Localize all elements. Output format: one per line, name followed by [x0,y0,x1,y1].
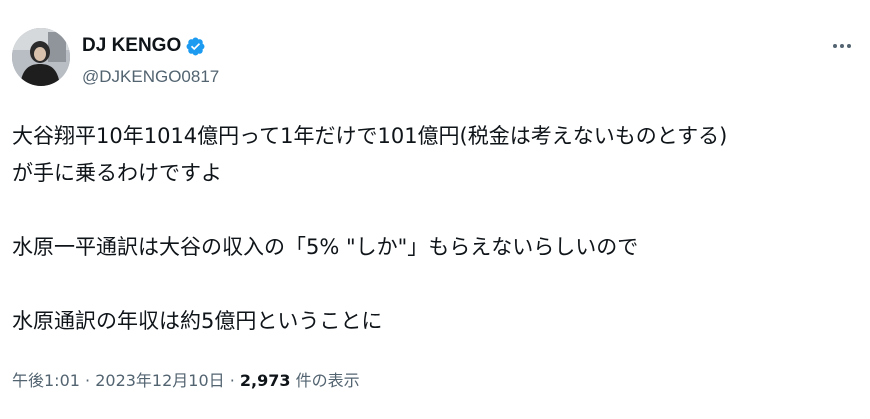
tweet-line-blank [12,266,860,303]
more-options-icon[interactable] [828,34,856,58]
tweet-line: 水原一平通訳は大谷の収入の「5% "しか"」もらえないらしいので [12,235,639,259]
user-handle[interactable]: @DJKENGO0817 [82,66,219,88]
tweet-date: 2023年12月10日 [95,371,225,390]
tweet-text: 大谷翔平10年1014億円って1年だけで101億円(税金は考えないものとする) … [12,118,860,340]
tweet-line-blank [12,192,860,229]
tweet-line: 水原通訳の年収は約5億円ということに [12,309,383,333]
tweet-time[interactable]: 午後1:01 · 2023年12月10日 [12,371,225,390]
tweet-line: 大谷翔平10年1014億円って1年だけで101億円(税金は考えないものとする) [12,124,728,148]
display-name[interactable]: DJ KENGO [82,34,206,58]
meta-separator: · [224,371,240,390]
avatar[interactable] [12,28,70,86]
meta-separator: · [79,371,96,390]
display-name-text: DJ KENGO [82,35,182,56]
tweet: DJ KENGO @DJKENGO0817 大谷翔平10年1014億円って1年だ… [0,0,870,419]
views-label: 件の表示 [290,371,360,390]
tweet-line: が手に乗るわけですよ [12,161,222,185]
views-count: 2,973 [239,371,291,390]
tweet-meta: 午後1:01 · 2023年12月10日 · 2,973 件の表示 [12,369,360,393]
verified-badge-icon [185,36,206,57]
tweet-time-text: 午後1:01 [12,371,80,390]
